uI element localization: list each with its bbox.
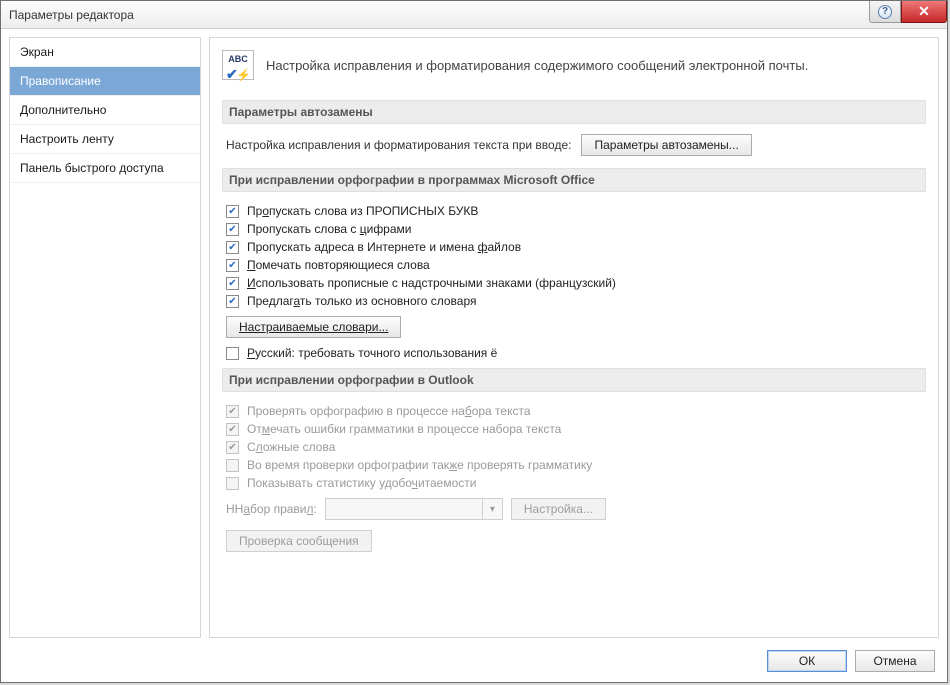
settings-button: Настройка... [511,498,606,520]
check-ignore-uppercase[interactable]: Пропускать слова из ПРОПИСНЫХ БУКВ [222,202,926,220]
checkbox-icon [226,459,239,472]
close-icon: ✕ [918,3,930,20]
editor-options-dialog: Параметры редактора ? ✕ Экран Правописан… [0,0,948,683]
ok-button[interactable]: ОК [767,650,847,672]
abc-spellcheck-icon: ABC ✔ ⚡ [222,50,254,80]
sidebar-item-quick-access[interactable]: Панель быстрого доступа [10,154,200,183]
section-outlook-spell-header: При исправлении орфографии в Outlook [222,368,926,392]
check-grammar-with-spell: Во время проверки орфографии также прове… [222,456,926,474]
dialog-footer: ОК Отмена [1,638,947,682]
bolt-icon: ⚡ [236,69,251,81]
custom-dict-row: Настраиваемые словари... [222,310,926,344]
checkbox-icon [226,477,239,490]
sidebar-item-proofing[interactable]: Правописание [10,67,200,96]
autocorrect-label: Настройка исправления и форматирования т… [226,138,571,152]
checkbox-icon [226,205,239,218]
window-title: Параметры редактора [9,8,134,22]
check-ignore-internet[interactable]: Пропускать адреса в Интернете и имена фа… [222,238,926,256]
rules-row: ННабор правил: ▾ Настройка... [222,492,926,524]
checkbox-icon [226,241,239,254]
check-french-accents[interactable]: Использовать прописные с надстрочными зн… [222,274,926,292]
rules-select: ▾ [325,498,503,520]
dialog-body: Экран Правописание Дополнительно Настрои… [1,29,947,638]
checkbox-icon [226,223,239,236]
checkbox-icon [226,277,239,290]
check-readability-stats: Показывать статистику удобочитаемости [222,474,926,492]
checkbox-icon [226,405,239,418]
intro-text: Настройка исправления и форматирования с… [266,58,808,73]
close-button[interactable]: ✕ [901,1,947,23]
cancel-button[interactable]: Отмена [855,650,935,672]
recheck-row: Проверка сообщения [222,524,926,558]
autocorrect-row: Настройка исправления и форматирования т… [222,134,926,156]
checkbox-icon [226,347,239,360]
check-grammar-as-you-type: Отмечать ошибки грамматики в процессе на… [222,420,926,438]
sidebar-item-label: Панель быстрого доступа [20,161,164,175]
check-russian-yo[interactable]: Русский: требовать точного использования… [222,344,926,362]
category-sidebar: Экран Правописание Дополнительно Настрои… [9,37,201,638]
sidebar-item-label: Правописание [20,74,101,88]
sidebar-item-label: Настроить ленту [20,132,114,146]
sidebar-item-label: Экран [20,45,54,59]
check-main-dictionary-only[interactable]: Предлагать только из основного словаря [222,292,926,310]
sidebar-item-advanced[interactable]: Дополнительно [10,96,200,125]
check-flag-repeated[interactable]: Помечать повторяющиеся слова [222,256,926,274]
autocorrect-options-button[interactable]: Параметры автозамены... [581,134,751,156]
custom-dictionaries-button[interactable]: Настраиваемые словари... [226,316,401,338]
section-office-spell-header: При исправлении орфографии в программах … [222,168,926,192]
check-compound-words: Сложные слова [222,438,926,456]
check-spell-as-you-type: Проверять орфографию в процессе набора т… [222,402,926,420]
titlebar: Параметры редактора ? ✕ [1,1,947,29]
checkbox-icon [226,295,239,308]
section-autocorrect-header: Параметры автозамены [222,100,926,124]
intro-row: ABC ✔ ⚡ Настройка исправления и форматир… [222,50,926,80]
check-ignore-numbers[interactable]: Пропускать слова с цифрами [222,220,926,238]
checkbox-icon [226,423,239,436]
sidebar-item-screen[interactable]: Экран [10,38,200,67]
recheck-message-button: Проверка сообщения [226,530,372,552]
rules-label: ННабор правил: [226,502,317,516]
help-button[interactable]: ? [869,1,901,23]
sidebar-item-label: Дополнительно [20,103,106,117]
help-icon: ? [878,5,892,19]
checkbox-icon [226,441,239,454]
sidebar-item-customize-ribbon[interactable]: Настроить ленту [10,125,200,154]
chevron-down-icon: ▾ [482,499,502,519]
content-pane: ABC ✔ ⚡ Настройка исправления и форматир… [209,37,939,638]
checkbox-icon [226,259,239,272]
window-buttons: ? ✕ [869,1,947,23]
